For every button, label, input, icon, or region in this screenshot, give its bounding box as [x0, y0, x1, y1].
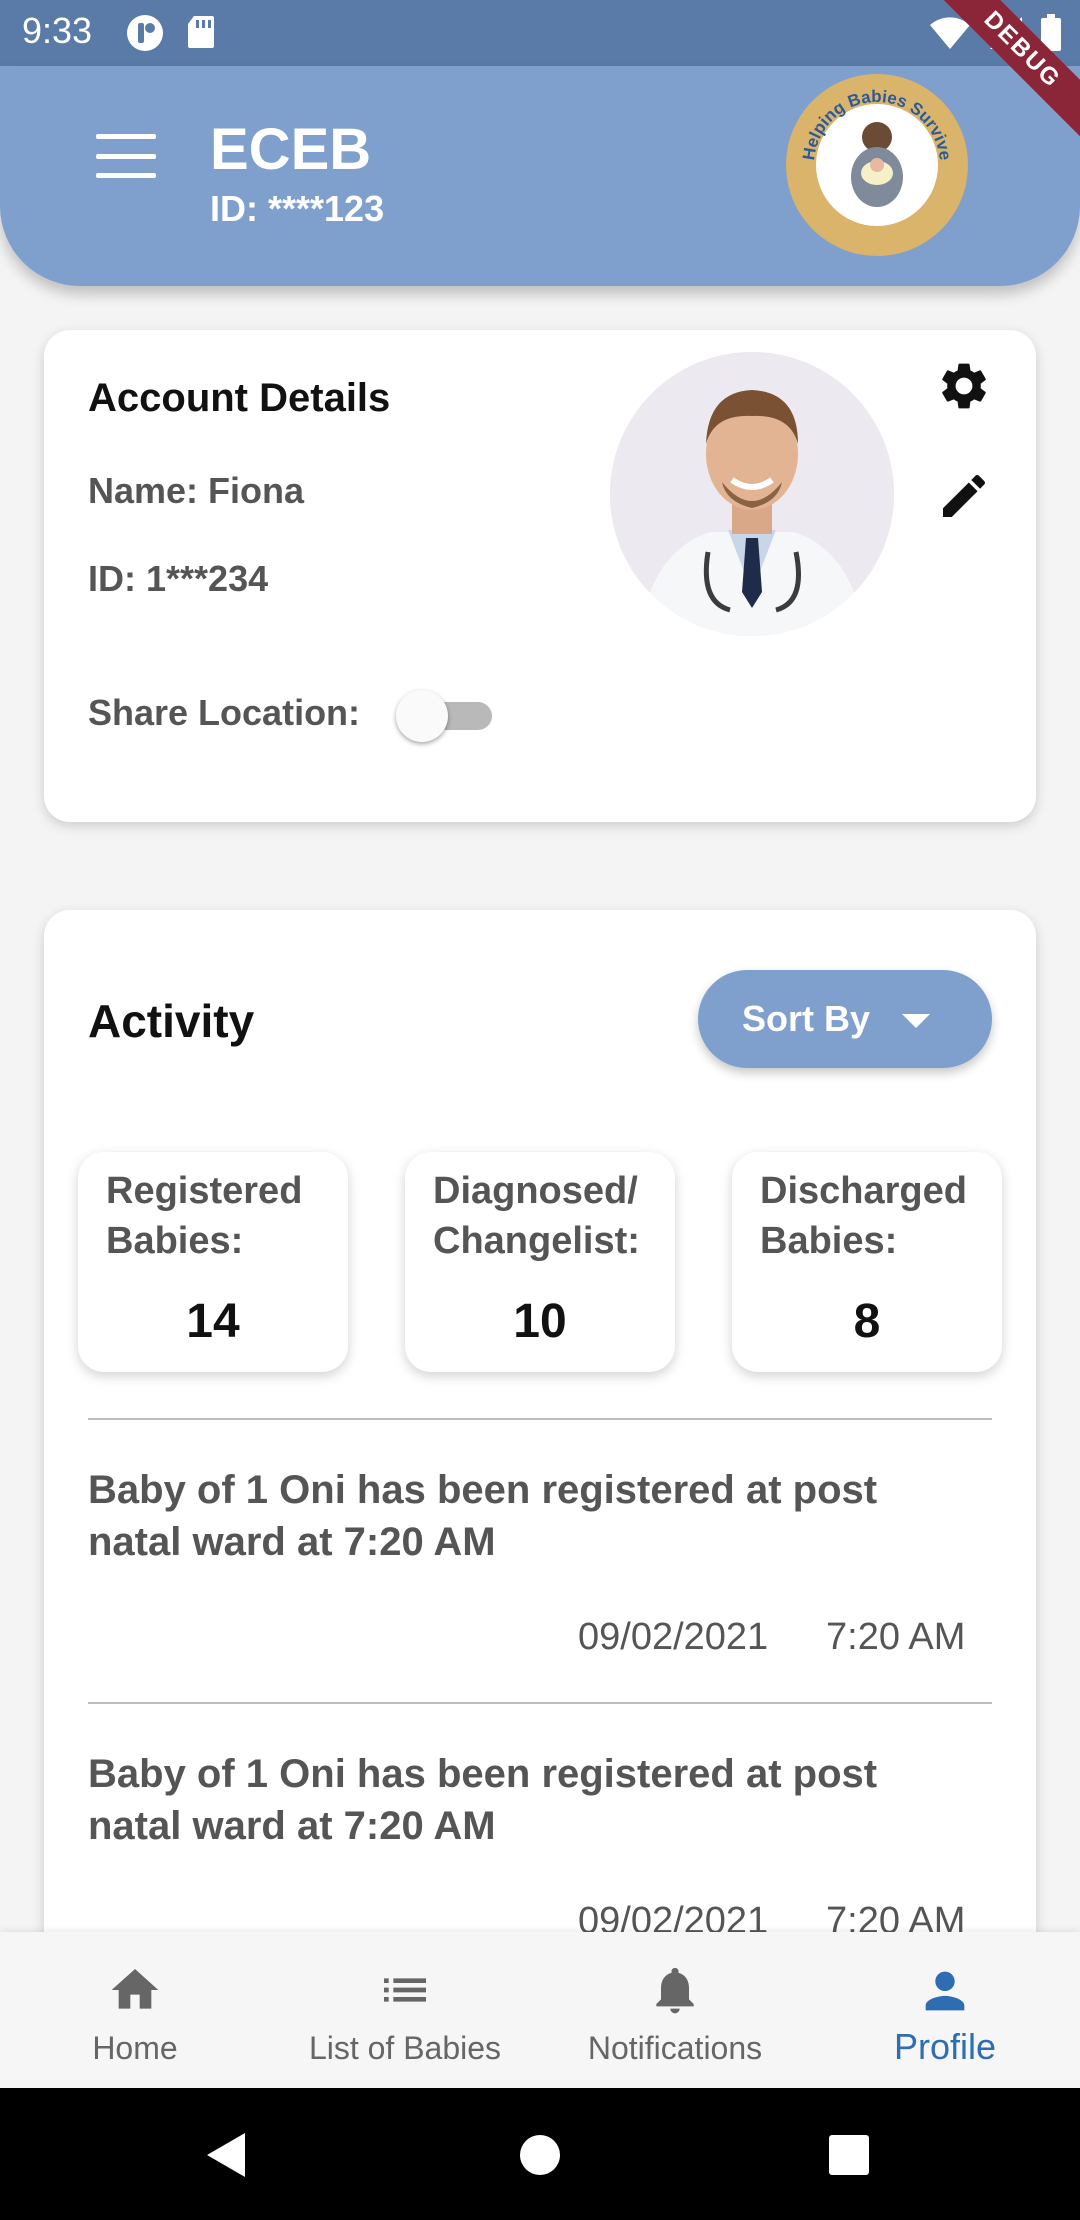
status-bar: 9:33	[0, 0, 1080, 66]
sd-card-icon	[188, 16, 214, 48]
status-left-icons	[126, 14, 216, 52]
account-details-title: Account Details	[88, 376, 391, 420]
divider	[88, 1418, 992, 1420]
person-icon	[925, 1971, 965, 2011]
activity-item-date: 09/02/2021	[578, 1616, 769, 1658]
app-title: ECEB	[210, 117, 372, 182]
account-id: ID: 1***234	[88, 558, 269, 599]
activity-item-text: Baby of 1 Oni has been registered at pos…	[88, 1752, 878, 1848]
nav-list-of-babies[interactable]: List of Babies	[270, 1932, 540, 2088]
account-details-card: Account Details Name: Fiona ID: 1***234 …	[44, 330, 1036, 822]
nav-list-of-babies-label: List of Babies	[308, 2030, 502, 2066]
stat-discharged-babies: Discharged Babies: 8	[732, 1152, 1002, 1372]
stat-value: 10	[513, 1295, 567, 1348]
notification-app-icon	[127, 15, 163, 51]
nav-profile-label: Profile	[893, 2026, 997, 2067]
home-circle-icon	[520, 2135, 560, 2175]
bell-icon	[656, 1967, 694, 2014]
activity-item-time: 7:20 AM	[826, 1616, 966, 1658]
stat-registered-babies: Registered Babies: 14	[78, 1152, 348, 1372]
activity-card: Activity Sort By Registered Babies: 14 D…	[44, 910, 1036, 1950]
share-location-toggle[interactable]	[396, 690, 496, 742]
system-recents-button[interactable]	[824, 2130, 874, 2180]
app-header: ECEB ID: ****123 Helping Babies Survive	[0, 66, 1080, 286]
avatar	[610, 352, 894, 636]
status-time: 9:33	[22, 10, 93, 51]
stat-value: 14	[186, 1295, 240, 1348]
stat-label: Discharged Babies:	[760, 1170, 967, 1262]
helping-babies-survive-logo: Helping Babies Survive	[786, 74, 968, 256]
stat-label: Diagnosed/ Changelist:	[433, 1170, 640, 1262]
list-icon	[384, 1978, 426, 2002]
sort-by-label: Sort By	[742, 998, 871, 1039]
svg-text:Helping Babies Survive: Helping Babies Survive	[799, 87, 955, 161]
account-name: Name: Fiona	[88, 470, 305, 511]
stat-label: Registered Babies:	[106, 1170, 303, 1262]
activity-item-text: Baby of 1 Oni has been registered at pos…	[88, 1468, 878, 1564]
system-back-button[interactable]	[202, 2130, 252, 2180]
activity-title: Activity	[88, 995, 255, 1047]
nav-profile[interactable]: Profile	[810, 1932, 1080, 2088]
sort-by-dropdown[interactable]: Sort By	[698, 970, 992, 1068]
bottom-navigation: Home List of Babies Notifications Profil…	[0, 1932, 1080, 2088]
nav-home[interactable]: Home	[0, 1932, 270, 2088]
gear-icon	[942, 363, 986, 409]
pencil-icon	[943, 474, 986, 517]
menu-button[interactable]	[96, 134, 156, 178]
nav-notifications-label: Notifications	[587, 2030, 763, 2066]
share-location-label: Share Location:	[88, 692, 361, 733]
stat-value: 8	[853, 1295, 881, 1348]
stat-diagnosed: Diagnosed/ Changelist: 10	[405, 1152, 675, 1372]
divider	[88, 1702, 992, 1704]
caret-down-icon	[902, 1014, 930, 1028]
home-icon	[111, 1969, 159, 2009]
settings-button[interactable]	[932, 354, 996, 418]
nav-notifications[interactable]: Notifications	[540, 1932, 810, 2088]
system-home-button[interactable]	[515, 2130, 565, 2180]
app-user-id: ID: ****123	[210, 188, 385, 229]
system-navigation-bar	[0, 2088, 1080, 2220]
nav-home-label: Home	[92, 2030, 178, 2066]
edit-button[interactable]	[932, 464, 996, 528]
back-icon	[207, 2133, 245, 2177]
recents-icon	[829, 2135, 869, 2175]
